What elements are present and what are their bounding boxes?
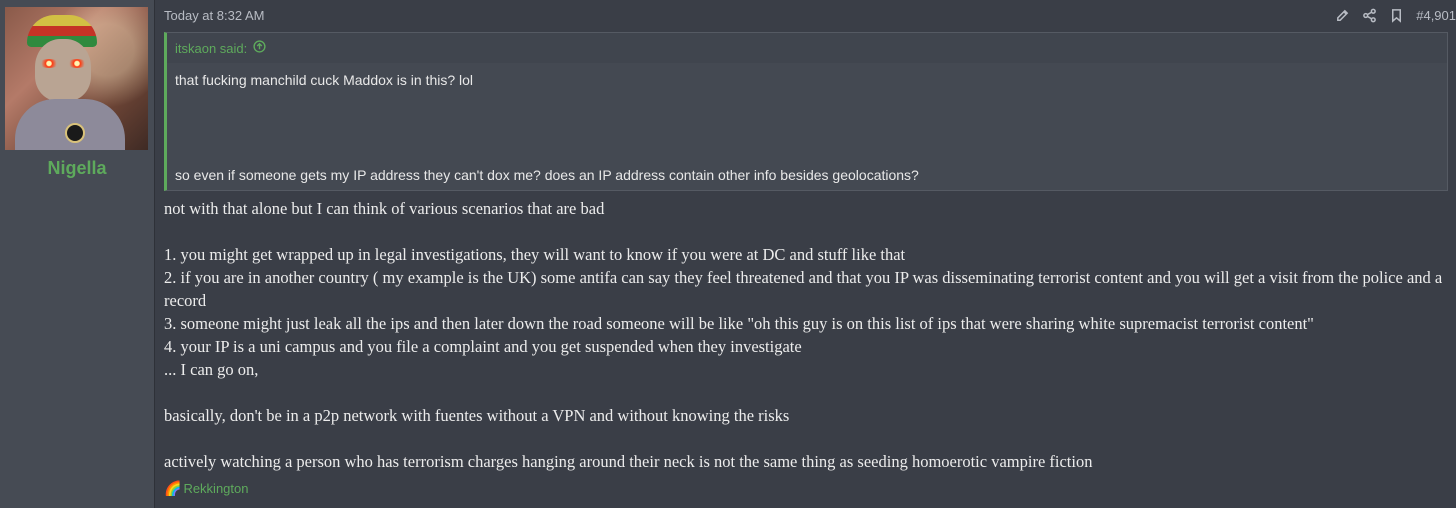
body-list-item: 3. someone might just leak all the ips a… xyxy=(164,314,1314,333)
quote-author-link[interactable]: itskaon said: xyxy=(175,41,247,56)
quote-text-line: that fucking manchild cuck Maddox is in … xyxy=(175,72,474,88)
rainbow-reaction-icon[interactable]: 🌈 xyxy=(164,480,181,497)
body-list-item: 4. your IP is a uni campus and you file … xyxy=(164,337,802,356)
avatar-glowing-eye-right xyxy=(67,59,87,68)
post-header: Today at 8:32 AM #4,901 xyxy=(164,0,1456,30)
edit-icon[interactable] xyxy=(1335,8,1350,23)
body-paragraph: not with that alone but I can think of v… xyxy=(164,199,605,218)
body-list-item: 2. if you are in another country ( my ex… xyxy=(164,268,1443,310)
post-actions: #4,901 xyxy=(1335,8,1456,23)
quote-block: itskaon said: that fucking manchild cuck… xyxy=(164,32,1448,191)
forum-post: Nigella Today at 8:32 AM #4,901 itskaon … xyxy=(0,0,1456,508)
body-paragraph: ... I can go on, xyxy=(164,360,259,379)
body-paragraph: basically, don't be in a p2p network wit… xyxy=(164,406,790,425)
quote-header: itskaon said: xyxy=(167,33,1447,63)
body-paragraph: actively watching a person who has terro… xyxy=(164,452,1093,471)
avatar-pendant xyxy=(65,123,85,143)
avatar[interactable] xyxy=(5,7,148,150)
reaction-user-link[interactable]: Rekkington xyxy=(183,481,248,496)
avatar-face xyxy=(35,39,91,101)
username-link[interactable]: Nigella xyxy=(0,158,154,179)
reaction-bar: 🌈 Rekkington xyxy=(164,480,248,497)
arrow-up-circle-icon[interactable] xyxy=(253,40,266,56)
quote-text-line: so even if someone gets my IP address th… xyxy=(175,167,919,183)
user-sidebar: Nigella xyxy=(0,0,155,508)
avatar-glowing-eye-left xyxy=(39,59,59,68)
post-main: Today at 8:32 AM #4,901 itskaon said: th… xyxy=(155,0,1456,508)
post-timestamp[interactable]: Today at 8:32 AM xyxy=(164,7,264,23)
body-list-item: 1. you might get wrapped up in legal inv… xyxy=(164,245,906,264)
post-body: not with that alone but I can think of v… xyxy=(164,197,1448,473)
share-icon[interactable] xyxy=(1362,8,1377,23)
bookmark-icon[interactable] xyxy=(1389,8,1404,23)
post-number-link[interactable]: #4,901 xyxy=(1416,8,1456,23)
